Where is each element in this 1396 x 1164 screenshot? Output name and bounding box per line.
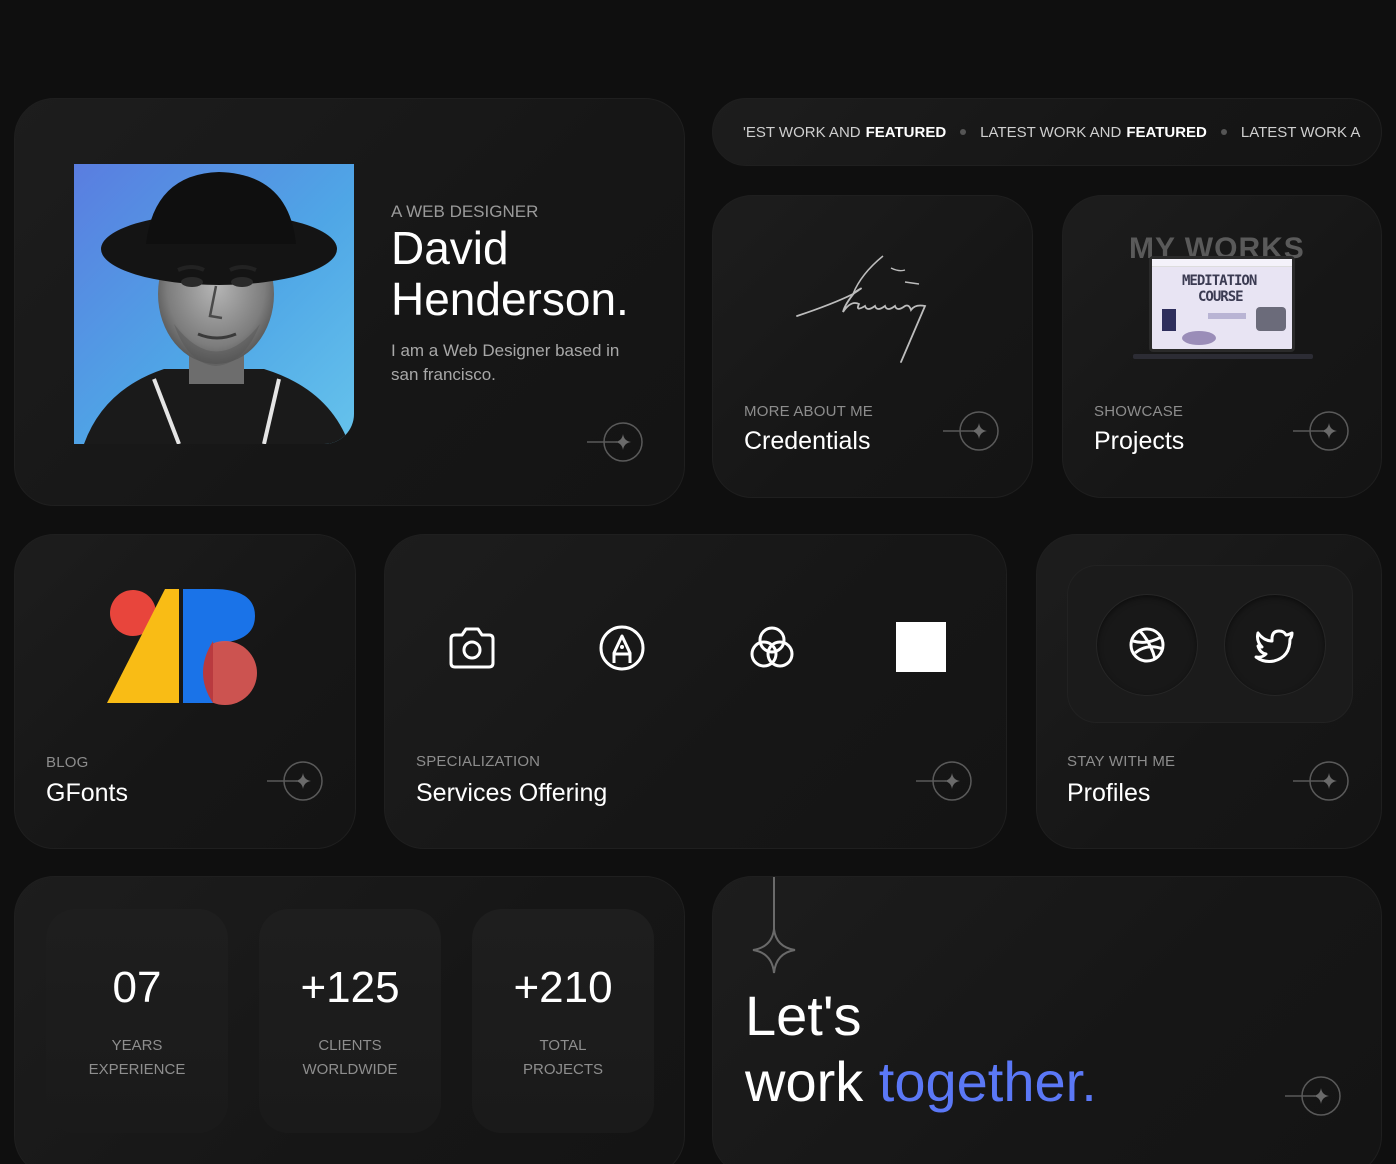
- stat-label: YEARS EXPERIENCE: [88, 1037, 186, 1078]
- thumb-course-line2: COURSE: [1198, 289, 1244, 305]
- marquee-item: LATEST WORK AND FEATURED: [980, 123, 1207, 141]
- projects-eyebrow: SHOWCASE: [1094, 403, 1184, 420]
- marquee-item: 'EST WORK AND FEATURED: [743, 123, 947, 141]
- credentials-title: Credentials: [744, 427, 871, 455]
- cta-line1: Let's: [745, 984, 862, 1047]
- camera-icon: [449, 627, 495, 669]
- dribbble-link[interactable]: [1096, 594, 1198, 696]
- role-label: A WEB DESIGNER: [391, 202, 539, 221]
- sparkle-arrow-icon: [1285, 1076, 1341, 1116]
- social-links-panel: [1067, 565, 1353, 723]
- contact-cta-card[interactable]: Let's work together.: [712, 876, 1382, 1164]
- profile-arrow-button[interactable]: [587, 417, 643, 467]
- credentials-arrow-button[interactable]: [943, 406, 999, 456]
- gfonts-card[interactable]: BLOG GFonts: [14, 534, 356, 849]
- cta-arrow-button[interactable]: [1285, 1071, 1341, 1121]
- stat-clients: +125 CLIENTS WORLDWIDE: [259, 909, 441, 1133]
- credentials-card[interactable]: MORE ABOUT ME Credentials: [712, 195, 1033, 498]
- thumb-course-line1: MEDITATION: [1182, 273, 1257, 289]
- signature-image: [796, 255, 927, 363]
- sparkle-arrow-icon: [1293, 411, 1349, 451]
- services-card[interactable]: SPECIALIZATION Services Offering: [384, 534, 1007, 849]
- profiles-eyebrow: STAY WITH ME: [1067, 753, 1176, 770]
- profiles-arrow-button[interactable]: [1293, 756, 1349, 806]
- sparkle-icon: [752, 877, 796, 974]
- gfonts-title: GFonts: [46, 779, 128, 807]
- sparkle-arrow-icon: [267, 761, 323, 801]
- profile-card: A WEB DESIGNER David Henderson. I am a W…: [14, 98, 685, 506]
- projects-card[interactable]: MY WORKS MEDITATION COURSE SHOWCASE Proj…: [1062, 195, 1382, 498]
- services-eyebrow: SPECIALIZATION: [416, 753, 541, 770]
- stat-value: +125: [300, 963, 400, 1012]
- cta-line2: work together.: [745, 1050, 1097, 1113]
- twitter-icon: [1254, 629, 1294, 663]
- gfonts-arrow-button[interactable]: [267, 756, 323, 806]
- projects-thumbnail: MEDITATION COURSE: [1149, 256, 1295, 352]
- square-icon: [896, 622, 946, 672]
- cta-accent-text: together.: [878, 1050, 1097, 1113]
- sparkle-arrow-icon: [587, 422, 643, 462]
- stat-label: TOTAL PROJECTS: [522, 1037, 603, 1078]
- sparkle-arrow-icon: [1293, 761, 1349, 801]
- pen-nib-icon: [599, 625, 645, 671]
- laptop-base: [1133, 354, 1313, 359]
- stat-value: 07: [112, 963, 162, 1012]
- services-arrow-button[interactable]: [916, 756, 972, 806]
- twitter-link[interactable]: [1224, 594, 1326, 696]
- stat-projects: +210 TOTAL PROJECTS: [472, 909, 654, 1133]
- sparkle-arrow-icon: [943, 411, 999, 451]
- cta-heading: Let's work together.: [745, 983, 1097, 1115]
- profiles-card[interactable]: STAY WITH ME Profiles: [1036, 534, 1382, 849]
- marquee-track: 'EST WORK AND FEATURED LATEST WORK AND FEA…: [713, 99, 1381, 165]
- marquee-item: LATEST WORK A: [1240, 123, 1361, 141]
- avatar: [74, 164, 354, 444]
- google-fonts-logo: [107, 589, 257, 705]
- stat-years: 07 YEARS EXPERIENCE: [46, 909, 228, 1133]
- separator-dot: [960, 129, 967, 135]
- featured-marquee: 'EST WORK AND FEATURED LATEST WORK AND FEA…: [712, 98, 1382, 166]
- gfonts-eyebrow: BLOG: [46, 754, 89, 771]
- projects-arrow-button[interactable]: [1293, 406, 1349, 456]
- stats-card: 07 YEARS EXPERIENCE +125 CLIENTS WORLDWIDE…: [14, 876, 685, 1164]
- profiles-title: Profiles: [1067, 779, 1151, 807]
- stat-label: CLIENTS WORLDWIDE: [302, 1037, 398, 1078]
- stat-value: +210: [513, 963, 613, 1012]
- services-title: Services Offering: [416, 779, 608, 807]
- page-title: David Henderson.: [391, 222, 629, 325]
- dribbble-icon: [1129, 627, 1165, 663]
- bio-text: I am a Web Designer based in san francis…: [391, 341, 620, 384]
- projects-title: Projects: [1094, 427, 1185, 455]
- venn-circles-icon: [750, 626, 794, 668]
- separator-dot: [1220, 129, 1227, 135]
- sparkle-arrow-icon: [916, 761, 972, 801]
- credentials-eyebrow: MORE ABOUT ME: [744, 403, 874, 420]
